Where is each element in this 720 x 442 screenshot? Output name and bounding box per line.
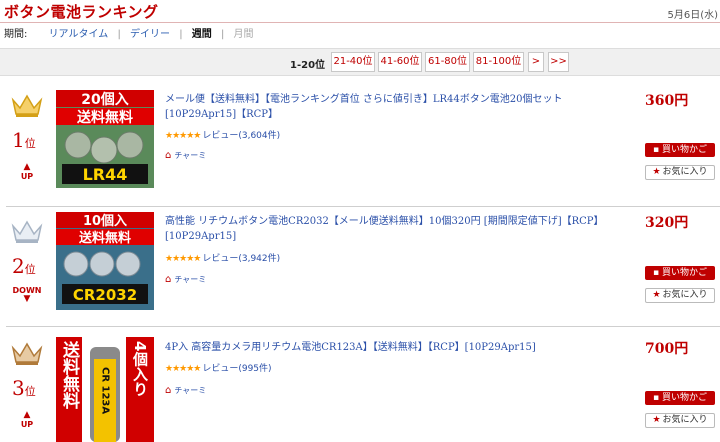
shop-link[interactable]: ⌂ チャーミ xyxy=(165,385,206,396)
star-icon: ★ xyxy=(652,167,661,177)
product-price: 360円 xyxy=(645,93,689,109)
title-divider xyxy=(0,22,720,23)
house-icon: ⌂ xyxy=(165,274,172,285)
add-to-favorites-button[interactable]: ★ お気に入り xyxy=(645,165,715,180)
period-weekly-active: 週間 xyxy=(191,29,212,40)
period-monthly-disabled: 月間 xyxy=(233,29,254,40)
product-title-link[interactable]: メール便【送料無料】【電池ランキング首位 さらに値引き】LR44ボタン電池20個… xyxy=(165,92,625,122)
product-thumbnail[interactable]: 10個入 送料無料 CR2032 xyxy=(56,212,154,310)
thumb-model: CR 123A xyxy=(100,367,111,414)
add-to-cart-button[interactable]: ▪ 買い物かご xyxy=(645,266,715,280)
thumb-text: 送料無料 xyxy=(78,230,131,246)
trend-label: UP xyxy=(20,420,34,429)
shop-link[interactable]: ⌂ チャーミ xyxy=(165,274,206,285)
page-last-button[interactable]: >> xyxy=(548,52,569,72)
cart-icon: ▪ xyxy=(653,145,660,155)
house-icon: ⌂ xyxy=(165,150,172,161)
review-link[interactable]: ★★★★★ レビュー(3,604件) xyxy=(165,128,280,141)
bronze-crown-icon xyxy=(11,342,43,365)
period-selector: 期間: リアルタイム | デイリー | 週間 | 月間 xyxy=(4,28,254,42)
thumb-text: 4個入り xyxy=(131,341,149,397)
pagination-current: 1-20位 xyxy=(290,60,326,71)
period-daily-link[interactable]: デイリー xyxy=(130,28,170,42)
rating-stars-icon: ★★★★★ xyxy=(165,254,201,264)
trend-label: UP xyxy=(20,172,34,181)
shop-name: チャーミ xyxy=(174,275,207,284)
house-icon: ⌂ xyxy=(165,385,172,396)
rank-number: 2位 xyxy=(12,254,36,278)
ranking-item-1: 1位 ▲ UP 20個入 送料無料 LR44 メール便【送料無料】【電池ランキン… xyxy=(0,84,720,204)
star-icon: ★ xyxy=(652,290,661,300)
page-link-81-100[interactable]: 81-100位 xyxy=(473,52,524,72)
thumb-text: 20個入 xyxy=(81,91,128,108)
period-separator: | xyxy=(220,29,225,40)
ranking-item-3: 3位 ▲ UP 送料無料 CR 123A 4個入り 4P入 高容量カメラ用リチウ… xyxy=(0,332,720,442)
shop-name: チャーミ xyxy=(174,386,207,395)
up-arrow-icon: ▲ xyxy=(23,162,31,172)
page-next-button[interactable]: > xyxy=(528,52,544,72)
page-link-61-80[interactable]: 61-80位 xyxy=(425,52,470,72)
rank-number: 3位 xyxy=(12,376,36,400)
row-divider xyxy=(6,326,720,327)
rating-stars-icon: ★★★★★ xyxy=(165,131,201,141)
shop-link[interactable]: ⌂ チャーミ xyxy=(165,150,206,161)
trend-down-indicator: DOWN ▼ xyxy=(10,286,44,304)
page-header: ボタン電池ランキング 5月6日(水) xyxy=(0,0,720,22)
add-to-cart-button[interactable]: ▪ 買い物かご xyxy=(645,391,715,405)
product-thumbnail[interactable]: 20個入 送料無料 LR44 xyxy=(56,90,154,188)
period-realtime-link[interactable]: リアルタイム xyxy=(49,28,109,42)
product-title-link[interactable]: 4P入 高容量カメラ用リチウム電池CR123A】【送料無料】【RCP】[10P2… xyxy=(165,340,625,355)
star-icon: ★ xyxy=(652,415,661,425)
add-to-favorites-button[interactable]: ★ お気に入り xyxy=(645,413,715,428)
review-count: レビュー(3,604件) xyxy=(202,131,281,141)
page-link-21-40[interactable]: 21-40位 xyxy=(331,52,375,72)
product-price: 320円 xyxy=(645,215,689,231)
silver-crown-icon xyxy=(11,220,43,243)
trend-up-indicator: ▲ UP xyxy=(16,410,38,430)
add-to-favorites-button[interactable]: ★ お気に入り xyxy=(645,288,715,303)
product-title-link[interactable]: 高性能 リチウムボタン電池CR2032【メール便送料無料】10個320円 [期間… xyxy=(165,214,625,244)
review-count: レビュー(3,942件) xyxy=(202,254,281,264)
review-link[interactable]: ★★★★★ レビュー(3,942件) xyxy=(165,251,280,264)
review-link[interactable]: ★★★★★ レビュー(995件) xyxy=(165,361,272,374)
pagination-bar: 1-20位 21-40位 41-60位 61-80位 81-100位 > >> xyxy=(0,48,720,76)
up-arrow-icon: ▲ xyxy=(23,410,31,420)
cart-icon: ▪ xyxy=(653,393,660,403)
thumb-model: CR2032 xyxy=(73,286,137,304)
rank-number: 1位 xyxy=(12,128,36,152)
thumb-text: 送料無料 xyxy=(59,340,80,410)
date-label: 5月6日(水) xyxy=(667,10,718,21)
product-price: 700円 xyxy=(645,341,689,357)
page-link-41-60[interactable]: 41-60位 xyxy=(378,52,422,72)
review-count: レビュー(995件) xyxy=(202,364,272,374)
trend-up-indicator: ▲ UP xyxy=(16,162,38,182)
gold-crown-icon xyxy=(11,94,43,117)
period-separator: | xyxy=(117,29,121,40)
row-divider xyxy=(6,206,720,207)
thumb-model: LR44 xyxy=(83,165,128,184)
add-to-cart-button[interactable]: ▪ 買い物かご xyxy=(645,143,715,157)
cart-icon: ▪ xyxy=(653,268,660,278)
rating-stars-icon: ★★★★★ xyxy=(165,364,201,374)
ranking-item-2: 2位 DOWN ▼ 10個入 送料無料 CR2032 高性能 リチウムボタン電池… xyxy=(0,210,720,322)
thumb-text: 10個入 xyxy=(83,213,127,229)
shop-name: チャーミ xyxy=(174,151,207,160)
thumb-text: 送料無料 xyxy=(76,109,133,126)
period-separator: | xyxy=(179,29,183,40)
down-arrow-icon: ▼ xyxy=(23,294,31,304)
page-title: ボタン電池ランキング xyxy=(4,3,159,21)
period-label: 期間: xyxy=(4,29,28,40)
product-thumbnail[interactable]: 送料無料 CR 123A 4個入り xyxy=(56,337,154,442)
